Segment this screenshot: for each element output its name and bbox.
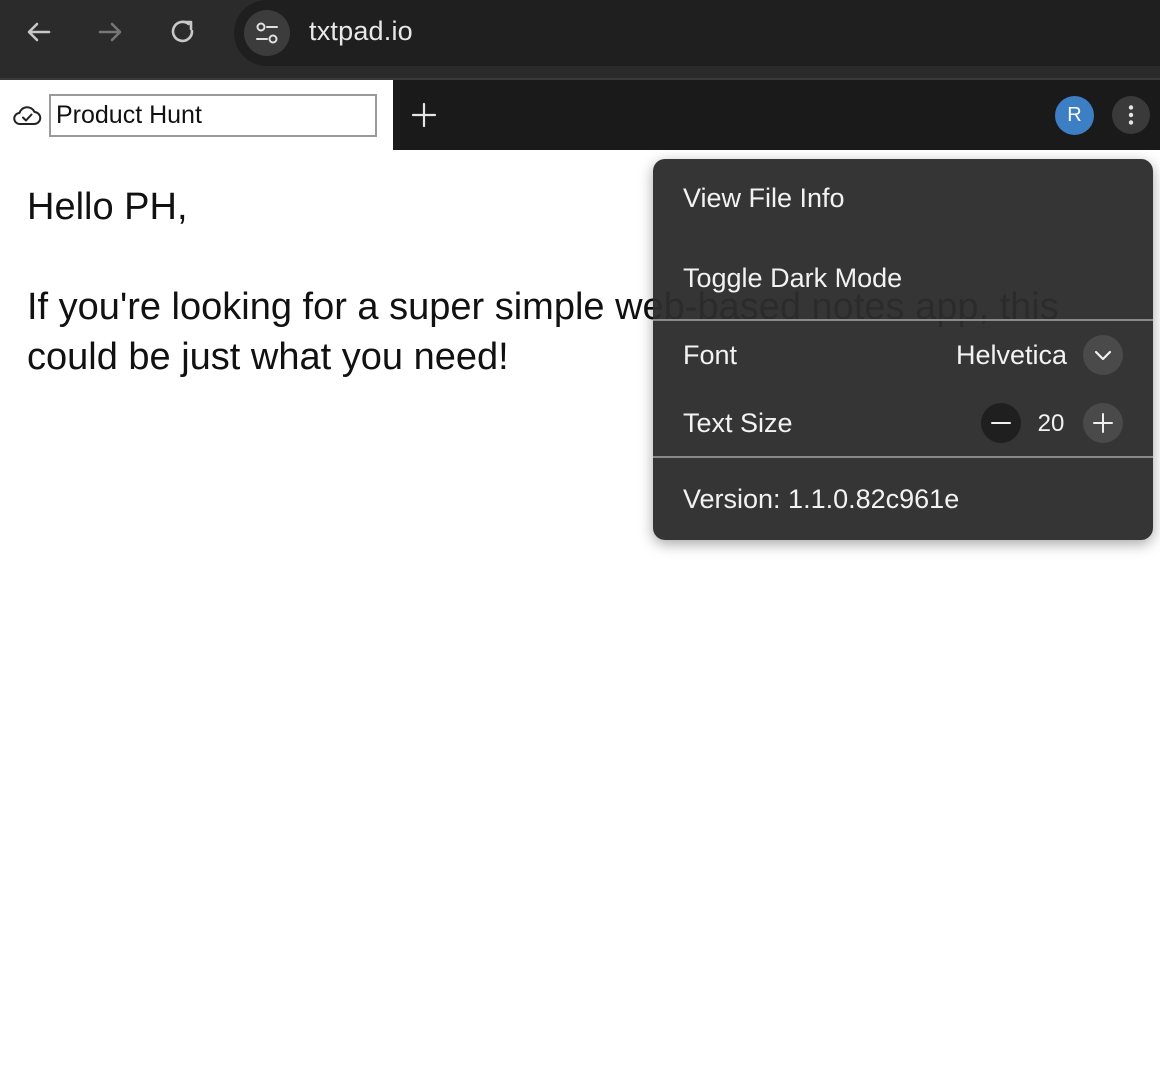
menu-item-toggle-dark-mode[interactable]: Toggle Dark Mode [683,263,902,294]
text-size-decrease-button[interactable] [981,403,1021,443]
menu-item-view-file-info[interactable]: View File Info [683,183,845,214]
browser-toolbar: txtpad.io [0,0,1160,80]
text-size-label: Text Size [683,408,793,438]
site-settings-button[interactable] [244,10,290,56]
reload-button[interactable] [163,12,203,52]
avatar-initial: R [1067,104,1082,126]
user-avatar[interactable]: R [1055,96,1094,135]
more-menu-button[interactable] [1112,96,1150,134]
options-menu: View File Info Toggle Dark Mode Font Hel… [653,159,1153,540]
forward-button[interactable] [90,12,130,52]
url-text[interactable]: txtpad.io [309,16,413,47]
chevron-down-icon [1094,350,1112,361]
reload-icon [171,20,194,43]
title-area [0,80,393,150]
font-label: Font [683,340,738,370]
plus-icon [1093,413,1113,433]
minus-icon [991,422,1011,424]
menu-divider [653,319,1153,321]
forward-arrow-icon [98,22,122,42]
address-bar[interactable]: txtpad.io [234,0,1160,66]
version-text: Version: 1.1.0.82c961e [683,484,960,514]
document-title-input[interactable] [49,94,377,137]
vertical-dots-icon [1128,105,1134,125]
text-size-increase-button[interactable] [1083,403,1123,443]
cloud-check-icon [13,106,42,125]
back-arrow-icon [27,22,51,42]
tab-bar: R [393,80,1160,150]
app-header: R [0,80,1160,150]
font-value[interactable]: Helvetica [956,340,1067,371]
back-button[interactable] [19,12,59,52]
new-document-button[interactable] [407,98,441,132]
plus-icon [411,102,437,128]
font-select-button[interactable] [1083,335,1123,375]
menu-divider [653,456,1153,458]
text-size-value: 20 [1037,410,1065,437]
site-settings-icon [256,22,278,44]
